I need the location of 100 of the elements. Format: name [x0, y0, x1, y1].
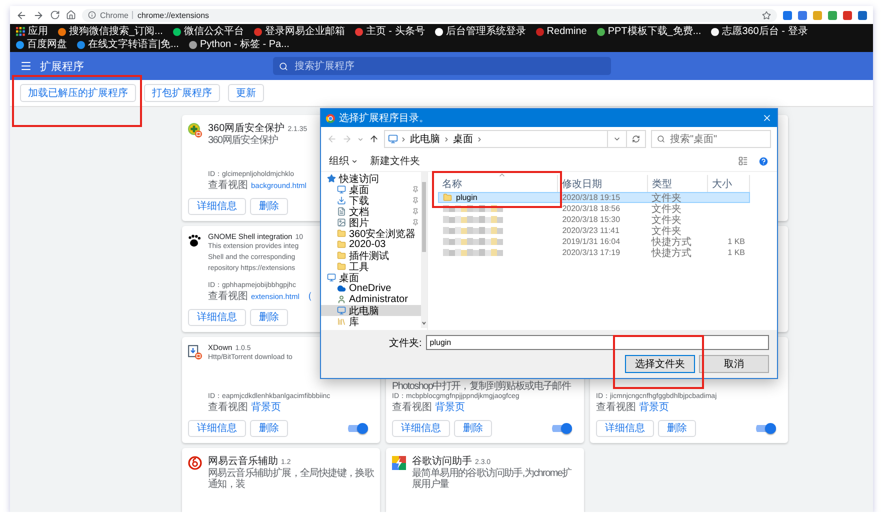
- select-folder-button[interactable]: 选择文件夹: [625, 355, 695, 373]
- breadcrumb-item[interactable]: 桌面: [452, 132, 474, 146]
- sidebar-item[interactable]: 2020-03: [321, 239, 421, 250]
- file-type: 文件夹: [652, 202, 682, 214]
- extension-name: 网易云音乐辅助: [208, 454, 278, 468]
- cancel-button[interactable]: 取消: [699, 355, 769, 373]
- browser-logo-icon: [326, 114, 335, 122]
- details-button[interactable]: 详细信息: [188, 420, 246, 436]
- view-link[interactable]: 背景页: [251, 402, 281, 414]
- file-row[interactable]: 2020/3/13 17:19 快捷方式 1 KB: [438, 247, 750, 258]
- folder-field[interactable]: plugin: [426, 335, 769, 350]
- search-field[interactable]: 搜索扩展程序: [272, 57, 610, 75]
- sidebar-item[interactable]: 工具: [321, 261, 421, 272]
- modified-date: 2019/1/31 16:04: [562, 237, 620, 246]
- view-link[interactable]: 背景页: [639, 402, 669, 414]
- remove-button[interactable]: 删除: [250, 198, 288, 214]
- remove-button[interactable]: 删除: [658, 420, 696, 436]
- sidebar-item[interactable]: 快速访问: [321, 173, 421, 184]
- bookmark[interactable]: 在线文字转语言|免...: [77, 38, 179, 51]
- bookmark[interactable]: 志愿360后台 - 登录: [711, 25, 808, 38]
- blurred-name: [443, 204, 503, 212]
- bookmark[interactable]: 搜狗微信搜索_订阅...: [58, 25, 163, 38]
- file-type: 文件夹: [652, 214, 682, 226]
- chevron-icon: [476, 136, 483, 142]
- sidebar-item[interactable]: 此电脑: [321, 305, 421, 316]
- file-type: 快捷方式: [652, 246, 692, 260]
- remove-button[interactable]: 删除: [250, 420, 288, 436]
- reload-icon[interactable]: [50, 10, 60, 20]
- toggle-switch[interactable]: [756, 422, 776, 434]
- info-icon: [88, 11, 96, 19]
- view-link[interactable]: 背景页: [435, 402, 465, 414]
- close-icon[interactable]: [762, 113, 772, 123]
- home-icon[interactable]: [66, 10, 76, 20]
- refresh-icon[interactable]: [632, 135, 640, 143]
- search-icon: [657, 135, 665, 143]
- extension-description: 最简单易用的谷歌访问助手,为chrome扩展用户量: [412, 468, 573, 490]
- sidebar-item[interactable]: 图片: [321, 217, 421, 228]
- lightning-icon: [392, 456, 406, 470]
- sidebar-item[interactable]: 下载: [321, 195, 421, 206]
- bookmark[interactable]: 应用: [16, 25, 48, 38]
- up-icon[interactable]: [369, 134, 379, 144]
- folder-icon: [337, 229, 346, 238]
- file-row[interactable]: 2020/3/18 18:56 文件夹: [438, 203, 750, 214]
- bookmark[interactable]: 主页 - 头条号: [354, 25, 425, 38]
- bookmark[interactable]: 登录网易企业邮箱: [254, 25, 345, 38]
- forward-icon[interactable]: [33, 10, 44, 20]
- sidebar-item[interactable]: 文档: [321, 206, 421, 217]
- bookmark[interactable]: 后台管理系统登录: [434, 25, 526, 38]
- update-button[interactable]: 更新: [228, 84, 264, 102]
- download-box-icon: [188, 345, 202, 360]
- details-button[interactable]: 详细信息: [392, 420, 450, 436]
- bookmark[interactable]: Redmine: [536, 25, 587, 38]
- toggle-switch[interactable]: [552, 422, 572, 434]
- sidebar-item[interactable]: 360安全浏览器: [321, 228, 421, 239]
- view-options-icon[interactable]: [738, 156, 748, 166]
- file-row[interactable]: 2019/1/31 16:04 快捷方式 1 KB: [438, 236, 750, 247]
- library-icon: [337, 317, 346, 326]
- bookmark[interactable]: 百度网盘: [16, 38, 67, 51]
- breadcrumb-item[interactable]: 此电脑: [409, 132, 441, 146]
- bookmark[interactable]: PPT模板下载_免费...: [596, 25, 702, 38]
- help-icon[interactable]: [758, 156, 769, 166]
- pack-button[interactable]: 打包扩展程序: [144, 84, 220, 102]
- back-icon[interactable]: [16, 10, 27, 20]
- organize-button[interactable]: 组织: [329, 154, 358, 168]
- bookmark-star-icon[interactable]: [762, 10, 771, 20]
- menu-icon[interactable]: [20, 60, 32, 72]
- remove-button[interactable]: 删除: [250, 308, 288, 326]
- folder-icon: [337, 240, 346, 249]
- sidebar-item[interactable]: Administrator: [321, 294, 421, 305]
- file-row[interactable]: plugin 2020/3/18 19:15 文件夹: [438, 192, 750, 203]
- search-field[interactable]: 搜索"桌面": [651, 130, 771, 148]
- sidebar-item[interactable]: 插件测试: [321, 250, 421, 261]
- details-button[interactable]: 详细信息: [188, 198, 246, 214]
- sidebar-item[interactable]: 桌面: [321, 272, 421, 283]
- remove-button[interactable]: 删除: [454, 420, 492, 436]
- chevron-icon: [443, 136, 450, 142]
- monitor-icon: [327, 273, 336, 282]
- bookmark[interactable]: Python - 标签 - Pa...: [188, 38, 290, 51]
- view-label: 查看视图: [208, 180, 248, 192]
- file-row[interactable]: 2020/3/18 15:30 文件夹: [438, 214, 750, 225]
- file-row[interactable]: 2020/3/23 11:41 文件夹: [438, 225, 750, 236]
- recent-caret-icon[interactable]: [357, 136, 364, 142]
- document-icon: [337, 207, 346, 216]
- page-title: 扩展程序: [40, 60, 84, 74]
- load-unpacked-button[interactable]: 加载已解压的扩展程序: [20, 84, 136, 102]
- file-type: 快捷方式: [652, 236, 692, 248]
- chevron-icon: [400, 136, 407, 142]
- sidebar-item[interactable]: 桌面: [321, 184, 421, 195]
- details-button[interactable]: 详细信息: [596, 420, 654, 436]
- apps-grid-icon: [16, 27, 25, 36]
- sidebar-item[interactable]: 库: [321, 316, 421, 327]
- sidebar-item[interactable]: OneDrive: [321, 283, 421, 294]
- new-folder-button[interactable]: 新建文件夹: [370, 154, 420, 168]
- bookmark[interactable]: 微信公众平台: [172, 25, 244, 38]
- details-button[interactable]: 详细信息: [188, 308, 246, 326]
- address-bar[interactable]: Chrome chrome://extensions: [82, 8, 777, 22]
- path-bar[interactable]: 此电脑 桌面: [384, 130, 646, 148]
- blurred-name: [443, 216, 503, 224]
- dropdown-caret-icon[interactable]: [613, 135, 621, 143]
- toggle-switch[interactable]: [348, 422, 368, 434]
